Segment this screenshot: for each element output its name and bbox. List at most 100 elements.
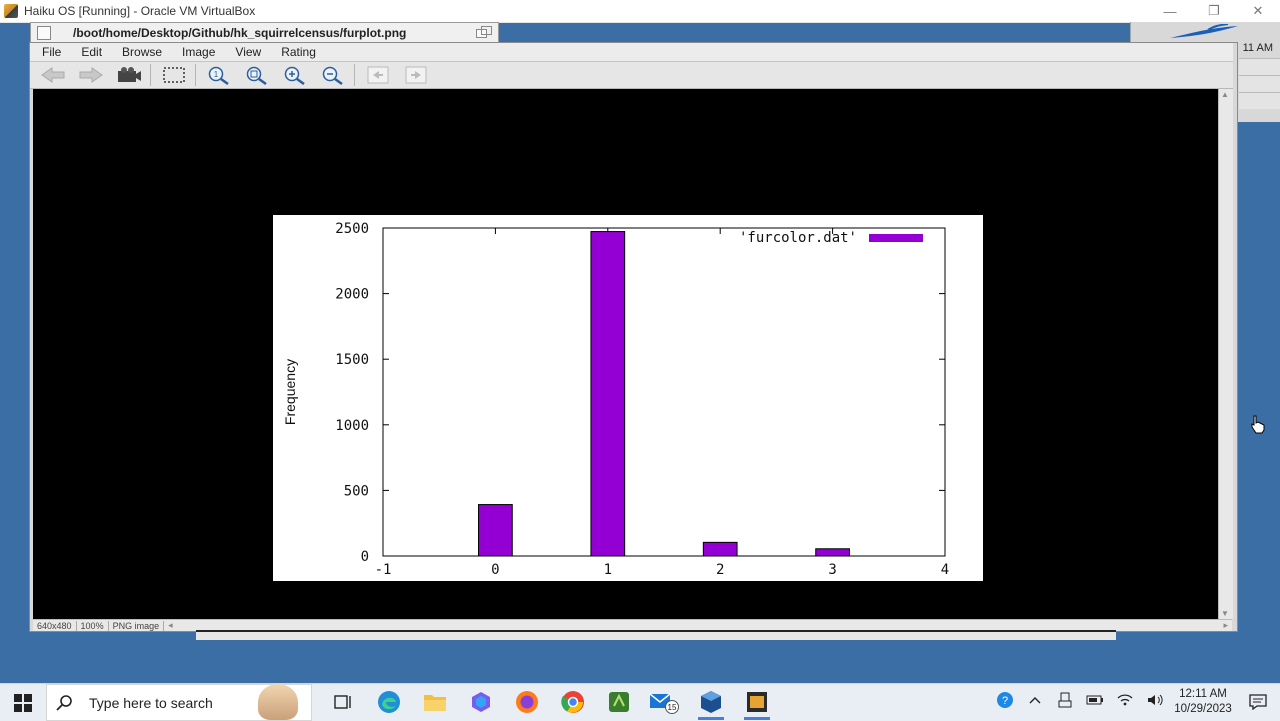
background-window-edge — [196, 630, 1116, 640]
y-tick-label: 500 — [344, 483, 369, 499]
scroll-up-icon[interactable]: ▲ — [1221, 90, 1229, 99]
virtualbox-icon — [4, 4, 18, 18]
bar — [590, 231, 626, 557]
window-zoom-icon[interactable] — [476, 26, 492, 38]
selection-icon[interactable] — [159, 64, 189, 86]
virtualbox-taskbar-icon[interactable] — [688, 683, 734, 720]
usb-device-icon[interactable] — [1050, 692, 1080, 711]
menu-rating[interactable]: Rating — [269, 45, 324, 59]
slideshow-icon[interactable] — [114, 64, 144, 86]
plot-border — [382, 227, 946, 557]
wifi-icon[interactable] — [1110, 693, 1140, 710]
firefox-icon[interactable] — [504, 683, 550, 720]
viewer-window-tab[interactable]: /boot/home/Desktop/Github/hk_squirrelcen… — [30, 22, 499, 43]
chevron-up-icon[interactable] — [1020, 695, 1050, 708]
volume-icon[interactable] — [1140, 693, 1170, 710]
start-button[interactable] — [0, 684, 46, 721]
battery-icon[interactable] — [1080, 694, 1110, 709]
mail-badge: 15 — [668, 703, 677, 712]
bar — [478, 504, 513, 557]
edge-browser-icon[interactable] — [366, 683, 412, 720]
window-controls: — ❐ ✕ — [1148, 0, 1280, 22]
task-view-icon[interactable] — [320, 683, 366, 720]
host-title-bar: Haiku OS [Running] - Oracle VM VirtualBo… — [0, 0, 1280, 23]
minimize-button[interactable]: — — [1148, 0, 1192, 22]
zoom-in-icon[interactable] — [280, 64, 310, 86]
taskbar-clock[interactable]: 12:11 AM 10/29/2023 — [1170, 687, 1236, 717]
toolbar: 1 — [30, 62, 1233, 89]
file-explorer-icon[interactable] — [412, 683, 458, 720]
svg-text:1: 1 — [214, 70, 219, 79]
clock-date: 10/29/2023 — [1174, 702, 1232, 715]
notification-center-icon[interactable] — [1236, 693, 1280, 710]
vertical-scrollbar[interactable]: ▲ ▼ — [1218, 89, 1233, 619]
x-tick-label: 0 — [491, 562, 499, 578]
close-button[interactable]: ✕ — [1236, 0, 1280, 22]
svg-text:?: ? — [1002, 695, 1008, 707]
status-zoom: 100% — [77, 620, 109, 631]
fit-window-icon[interactable] — [242, 64, 272, 86]
menu-bar: File Edit Browse Image View Rating — [30, 43, 1233, 62]
deskbar-rows — [1239, 58, 1280, 109]
y-tick-label: 2000 — [335, 287, 369, 303]
x-tick-label: 1 — [604, 562, 612, 578]
mail-icon[interactable]: 15 — [642, 683, 688, 720]
toolbar-separator — [354, 64, 355, 86]
chrome-icon[interactable] — [550, 683, 596, 720]
menu-file[interactable]: File — [30, 45, 69, 59]
back-arrow-icon[interactable] — [38, 64, 68, 86]
restore-button[interactable]: ❐ — [1192, 0, 1236, 22]
viewer-file-path: /boot/home/Desktop/Github/hk_squirrelcen… — [73, 26, 407, 40]
zoom-out-icon[interactable] — [318, 64, 348, 86]
y-tick-label: 1000 — [335, 418, 369, 434]
status-type: PNG image — [109, 620, 165, 631]
toolbar-separator — [195, 64, 196, 86]
menu-image[interactable]: Image — [170, 45, 223, 59]
legend-label: 'furcolor.dat' — [739, 230, 857, 246]
android-studio-icon[interactable] — [596, 683, 642, 720]
legend-swatch — [869, 234, 923, 242]
scroll-down-icon[interactable]: ▼ — [1221, 609, 1229, 618]
haiku-clock: 11 AM — [1242, 42, 1273, 54]
x-tick-label: 3 — [828, 562, 836, 578]
search-icon — [56, 694, 72, 711]
bars-layer — [478, 231, 850, 557]
previous-page-icon[interactable] — [363, 64, 393, 86]
scroll-right-icon[interactable]: ▸ — [1219, 620, 1232, 631]
scroll-left-icon[interactable]: ◂ — [164, 620, 177, 631]
clock-time: 12:11 AM — [1179, 687, 1227, 700]
taskbar-apps: 15 — [320, 683, 780, 720]
image-viewer-window: File Edit Browse Image View Rating 1 Fre… — [29, 42, 1238, 632]
help-icon[interactable]: ? — [990, 690, 1020, 713]
ticks-layer: 0 500 1000 1500 2000 2500 -1 0 1 2 3 4 — [335, 221, 949, 578]
plot-image: Frequency 'furcolor.dat' 0 500 1000 1500 200… — [273, 215, 983, 581]
bar-chart: Frequency 'furcolor.dat' 0 500 1000 1500 200… — [282, 221, 949, 578]
search-highlight-image — [258, 684, 298, 720]
menu-edit[interactable]: Edit — [69, 45, 110, 59]
x-tick-label: 4 — [941, 562, 949, 578]
bar — [702, 541, 738, 557]
forward-arrow-icon[interactable] — [76, 64, 106, 86]
y-axis-label: Frequency — [282, 359, 298, 425]
haiku-leaf-icon[interactable] — [1168, 24, 1240, 40]
y-tick-label: 0 — [361, 549, 369, 565]
hand-cursor-icon — [1251, 415, 1265, 434]
next-page-icon[interactable] — [401, 64, 431, 86]
x-tick-label: -1 — [375, 562, 392, 578]
image-viewport[interactable]: Frequency 'furcolor.dat' 0 500 1000 1500 200… — [33, 89, 1218, 619]
menu-browse[interactable]: Browse — [110, 45, 170, 59]
bar — [815, 548, 850, 557]
toolbar-separator — [150, 64, 151, 86]
menu-view[interactable]: View — [223, 45, 269, 59]
system-tray: ? 12:11 AM 10/29/2023 — [990, 683, 1280, 720]
copilot-icon[interactable] — [458, 683, 504, 720]
status-dimensions: 640x480 — [33, 620, 77, 631]
y-tick-label: 1500 — [335, 352, 369, 368]
original-size-icon[interactable]: 1 — [204, 64, 234, 86]
haiku-vm-taskbar-icon[interactable] — [734, 683, 780, 720]
window-close-box[interactable] — [37, 26, 51, 40]
windows-logo-icon — [14, 693, 32, 712]
y-tick-label: 2500 — [335, 221, 369, 237]
search-placeholder: Type here to search — [89, 694, 213, 711]
host-window-title: Haiku OS [Running] - Oracle VM VirtualBo… — [24, 4, 256, 18]
